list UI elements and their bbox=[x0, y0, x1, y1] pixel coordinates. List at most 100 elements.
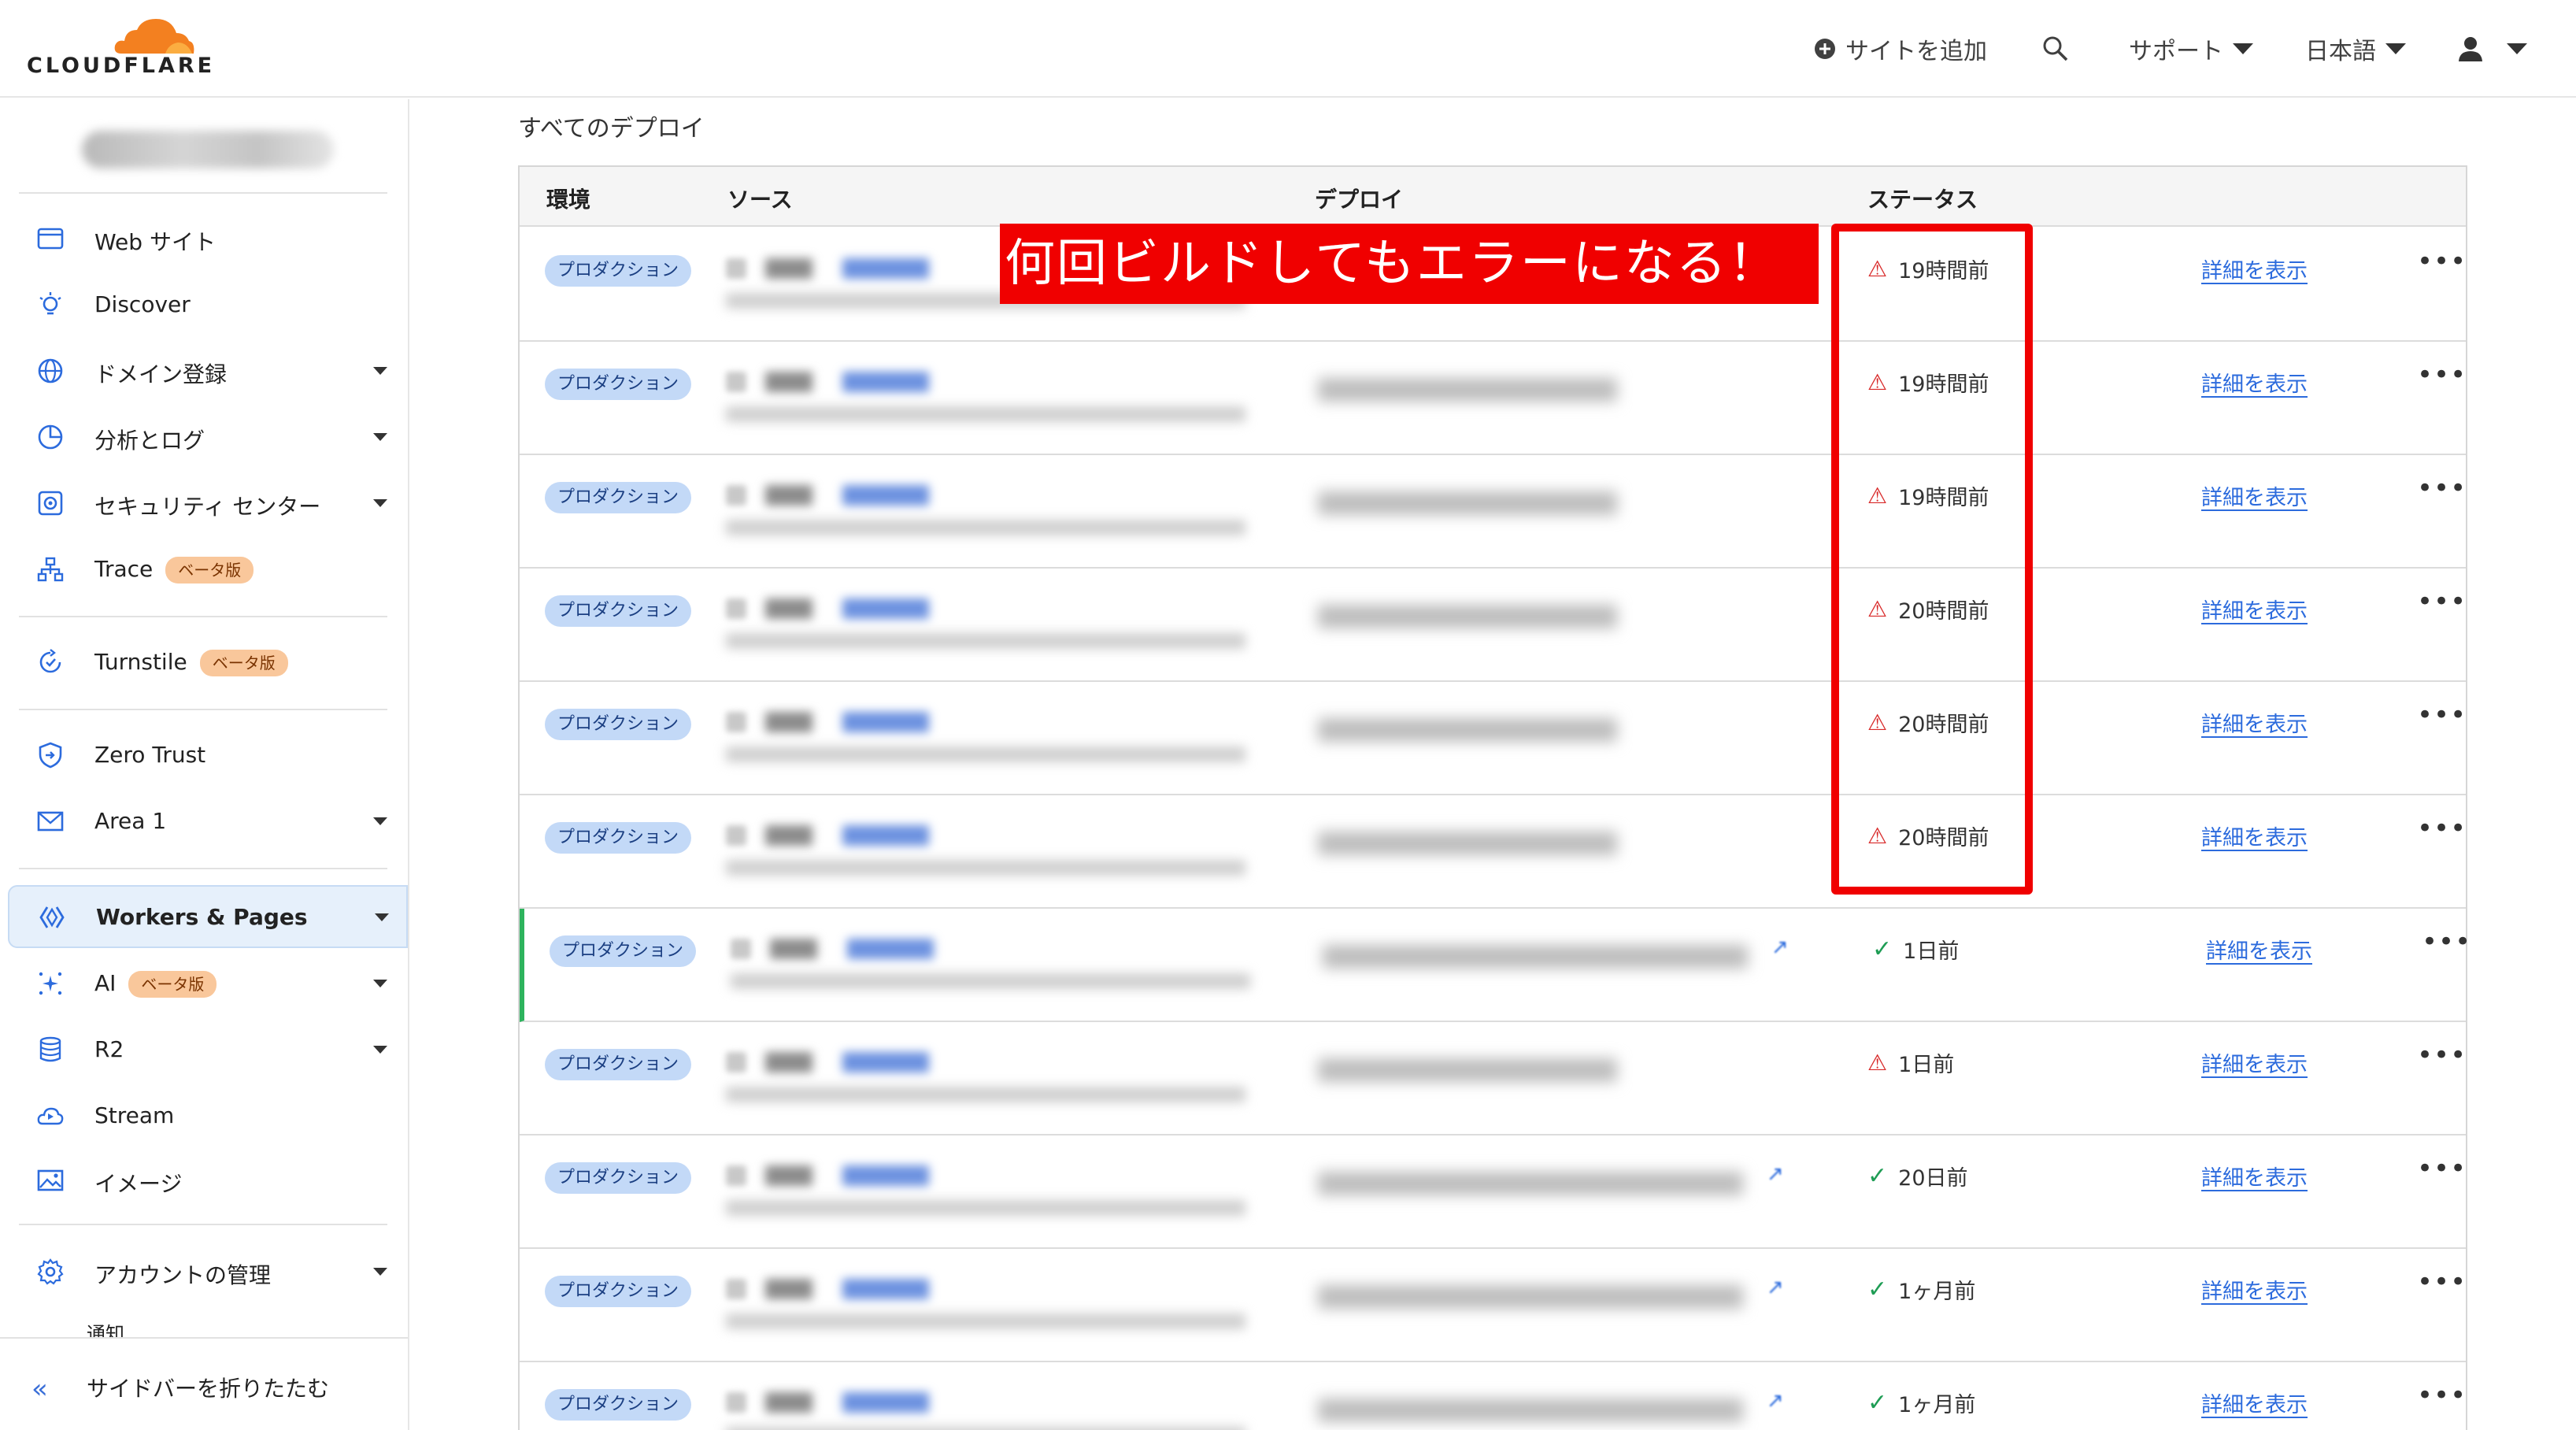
more-options-icon[interactable]: ••• bbox=[2417, 699, 2467, 731]
source-commit-redacted[interactable] bbox=[726, 252, 1245, 315]
view-details-link[interactable]: 詳細を表示 bbox=[2201, 1161, 2308, 1191]
more-options-icon[interactable]: ••• bbox=[2417, 1153, 2467, 1184]
deployment-id-redacted[interactable] bbox=[1318, 1285, 1743, 1309]
environment-badge: プロダクション bbox=[545, 482, 692, 513]
view-details-link[interactable]: 詳細を表示 bbox=[2201, 821, 2308, 851]
checkmark-icon: ✓ bbox=[1867, 1276, 1888, 1303]
database-icon bbox=[39, 1036, 61, 1062]
more-options-icon[interactable]: ••• bbox=[2422, 926, 2471, 958]
sidebar-item-websites[interactable]: Web サイト bbox=[8, 211, 408, 266]
sidebar-item-discover[interactable]: Discover bbox=[8, 277, 408, 332]
cloud-play-icon bbox=[37, 1107, 64, 1125]
deployment-id-redacted[interactable] bbox=[1318, 378, 1617, 402]
chevron-down-icon bbox=[373, 817, 387, 825]
search-button[interactable] bbox=[2042, 31, 2069, 66]
view-details-link[interactable]: 詳細を表示 bbox=[2201, 594, 2308, 624]
sidebar-collapse-button[interactable]: « サイドバーを折りたたむ bbox=[0, 1337, 408, 1430]
browser-window-icon bbox=[37, 228, 64, 250]
ai-sparkle-icon bbox=[39, 972, 62, 995]
table-row: プロダクション ↗ ✓ 1日前 詳細を表示 ••• bbox=[520, 909, 2471, 1022]
external-link-icon[interactable]: ↗ bbox=[1767, 1389, 1784, 1413]
external-link-icon[interactable]: ↗ bbox=[1767, 1162, 1784, 1186]
view-details-link[interactable]: 詳細を表示 bbox=[2201, 367, 2308, 398]
more-options-icon[interactable]: ••• bbox=[2417, 246, 2467, 277]
hierarchy-icon bbox=[37, 557, 64, 582]
language-label: 日本語 bbox=[2305, 38, 2376, 65]
sidebar-item-zero-trust[interactable]: Zero Trust bbox=[8, 728, 408, 783]
source-commit-redacted[interactable] bbox=[726, 365, 1245, 428]
source-commit-redacted[interactable] bbox=[726, 706, 1245, 769]
source-commit-redacted[interactable] bbox=[726, 1159, 1245, 1222]
lightbulb-icon bbox=[39, 292, 61, 315]
more-options-icon[interactable]: ••• bbox=[2417, 1266, 2467, 1298]
beta-badge: ベータ版 bbox=[199, 650, 288, 676]
user-menu[interactable] bbox=[2456, 31, 2527, 66]
status-time: 1日前 bbox=[1898, 1053, 1955, 1077]
view-details-link[interactable]: 詳細を表示 bbox=[2201, 1387, 2308, 1418]
view-details-link[interactable]: 詳細を表示 bbox=[2206, 934, 2312, 965]
more-options-icon[interactable]: ••• bbox=[2417, 359, 2467, 391]
sidebar-item-area-1[interactable]: Area 1 bbox=[8, 794, 408, 849]
sidebar-item-analytics-logs[interactable]: 分析とログ bbox=[8, 409, 408, 465]
plus-circle-icon bbox=[1815, 39, 1835, 59]
sidebar-item-turnstile[interactable]: Turnstile ベータ版 bbox=[8, 635, 408, 690]
logo-wordmark: CLOUDFLARE bbox=[27, 54, 216, 78]
sidebar-divider bbox=[19, 1224, 387, 1225]
external-link-icon[interactable]: ↗ bbox=[1767, 1276, 1784, 1299]
more-options-icon[interactable]: ••• bbox=[2417, 586, 2467, 617]
sidebar-item-images[interactable]: イメージ bbox=[8, 1153, 408, 1208]
source-commit-redacted[interactable] bbox=[731, 932, 1250, 995]
source-commit-redacted[interactable] bbox=[726, 819, 1245, 882]
sidebar-divider bbox=[19, 868, 387, 869]
view-details-link[interactable]: 詳細を表示 bbox=[2201, 254, 2308, 284]
chevron-down-icon bbox=[373, 499, 387, 507]
source-commit-redacted[interactable] bbox=[726, 592, 1245, 655]
deployment-id-redacted[interactable] bbox=[1318, 832, 1617, 855]
sidebar-item-domain-registration[interactable]: ドメイン登録 bbox=[8, 343, 408, 398]
cloudflare-logo[interactable]: CLOUDFLARE bbox=[25, 16, 212, 82]
more-options-icon[interactable]: ••• bbox=[2417, 813, 2467, 844]
add-site-button[interactable]: サイトを追加 bbox=[1814, 31, 1987, 66]
sidebar-item-label: Area 1 bbox=[94, 808, 167, 834]
more-options-icon[interactable]: ••• bbox=[2417, 472, 2467, 504]
table-row: プロダクション ⚠ 20時間前 詳細を表示 ••• bbox=[520, 795, 2466, 909]
globe-icon bbox=[38, 358, 63, 383]
view-details-link[interactable]: 詳細を表示 bbox=[2201, 1047, 2308, 1078]
sidebar-item-security-center[interactable]: セキュリティ センター bbox=[8, 476, 408, 531]
environment-badge: プロダクション bbox=[545, 255, 692, 287]
chevron-down-icon bbox=[373, 1046, 387, 1054]
sidebar-item-label: Workers & Pages bbox=[96, 904, 308, 930]
table-row: プロダクション ⚠ 20時間前 詳細を表示 ••• bbox=[520, 569, 2466, 682]
support-menu[interactable]: サポート bbox=[2129, 31, 2253, 66]
deployment-id-redacted[interactable] bbox=[1318, 1172, 1743, 1195]
sidebar-item-label: ドメイン登録 bbox=[94, 361, 228, 387]
source-commit-redacted[interactable] bbox=[726, 1273, 1245, 1336]
sidebar-item-workers-pages[interactable]: Workers & Pages bbox=[8, 885, 408, 948]
language-menu[interactable]: 日本語 bbox=[2305, 31, 2406, 66]
deployment-id-redacted[interactable] bbox=[1318, 1399, 1743, 1422]
deployment-id-redacted[interactable] bbox=[1318, 1058, 1617, 1082]
view-details-link[interactable]: 詳細を表示 bbox=[2201, 707, 2308, 738]
more-options-icon[interactable]: ••• bbox=[2417, 1380, 2467, 1411]
sidebar-item-r2[interactable]: R2 bbox=[8, 1022, 408, 1077]
view-details-link[interactable]: 詳細を表示 bbox=[2201, 480, 2308, 511]
sidebar-item-stream[interactable]: Stream bbox=[8, 1088, 408, 1143]
more-options-icon[interactable]: ••• bbox=[2417, 1039, 2467, 1071]
sidebar-item-trace[interactable]: Trace ベータ版 bbox=[8, 542, 408, 597]
external-link-icon[interactable]: ↗ bbox=[1771, 935, 1789, 959]
deployment-id-redacted[interactable] bbox=[1318, 491, 1617, 515]
beta-badge: ベータ版 bbox=[128, 971, 217, 998]
source-commit-redacted[interactable] bbox=[726, 1046, 1245, 1109]
view-details-link[interactable]: 詳細を表示 bbox=[2201, 1274, 2308, 1305]
sidebar-item-label: アカウントの管理 bbox=[94, 1262, 272, 1288]
sidebar-item-account-management[interactable]: アカウントの管理 bbox=[8, 1244, 408, 1299]
deployment-id-redacted[interactable] bbox=[1323, 945, 1748, 969]
trace-label: Trace bbox=[94, 556, 154, 582]
account-switcher[interactable] bbox=[82, 131, 334, 169]
sidebar-item-ai[interactable]: AI ベータ版 bbox=[8, 956, 408, 1011]
sidebar-item-label: イメージ bbox=[94, 1171, 183, 1197]
deployment-id-redacted[interactable] bbox=[1318, 718, 1617, 742]
deployment-id-redacted[interactable] bbox=[1318, 605, 1617, 628]
source-commit-redacted[interactable] bbox=[726, 479, 1245, 542]
source-commit-redacted[interactable] bbox=[726, 1386, 1245, 1430]
